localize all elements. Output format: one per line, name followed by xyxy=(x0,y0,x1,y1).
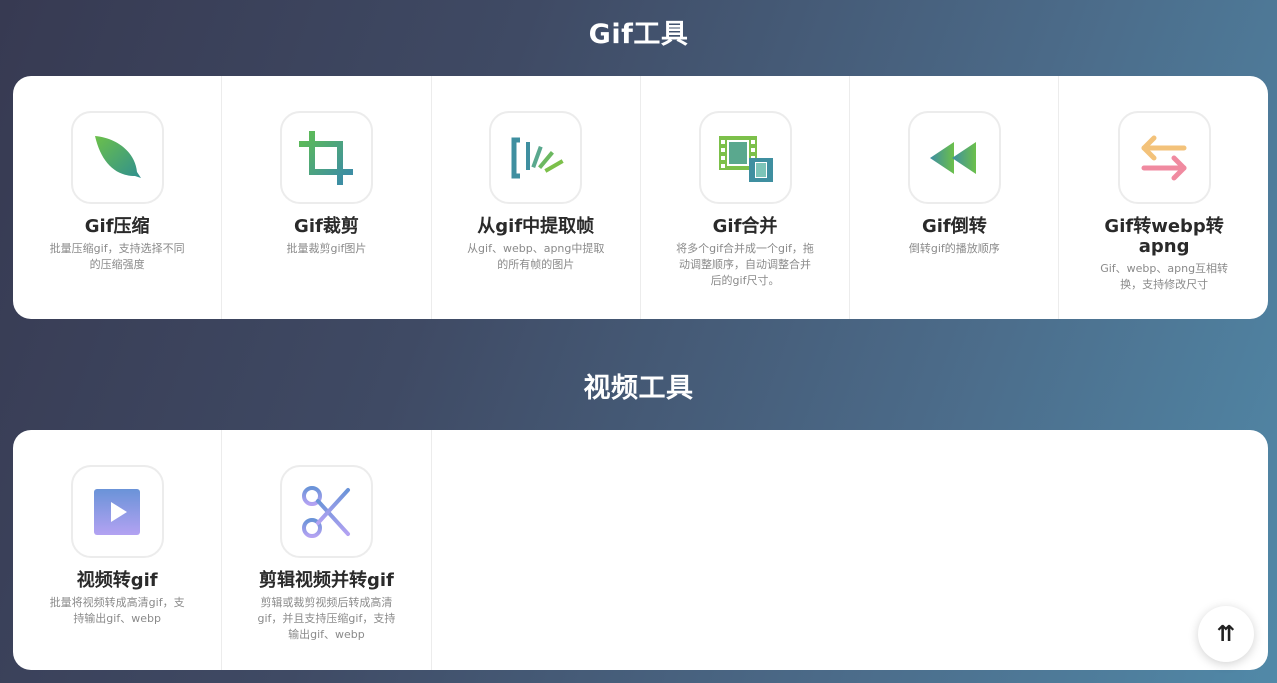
tool-name: Gif转webp转apng xyxy=(1104,216,1224,257)
tool-edit-video-to-gif[interactable]: 剪辑视频并转gif 剪辑或裁剪视频后转成高清gif，并且支持压缩gif，支持输出… xyxy=(222,430,432,670)
tool-desc: 批量将视频转成高清gif，支持输出gif、webp xyxy=(49,596,185,625)
gif-tools-card: Gif压缩 批量压缩gif，支持选择不同的压缩强度 Gif裁剪 批量裁剪gif图… xyxy=(13,76,1268,319)
tool-extract-frames[interactable]: 从gif中提取帧 从gif、webp、apng中提取的所有帧的图片 xyxy=(432,76,641,319)
tool-name: Gif裁剪 xyxy=(294,216,359,237)
tool-gif-reverse[interactable]: Gif倒转 倒转gif的播放顺序 xyxy=(850,76,1060,319)
tool-desc: 批量裁剪gif图片 xyxy=(286,242,367,255)
crop-icon xyxy=(279,111,373,204)
tool-name: Gif合并 xyxy=(712,216,778,237)
rewind-icon xyxy=(907,111,1001,204)
frames-extract-icon xyxy=(489,111,583,204)
tool-video-to-gif[interactable]: 视频转gif 批量将视频转成高清gif，支持输出gif、webp xyxy=(13,430,223,670)
tool-desc: Gif、webp、apng互相转换，支持修改尺寸 xyxy=(1100,262,1229,291)
tool-desc: 剪辑或裁剪视频后转成高清gif，并且支持压缩gif，支持输出gif、webp xyxy=(257,596,396,641)
tool-name: Gif倒转 xyxy=(921,216,987,237)
back-to-top-button[interactable]: ⇈ xyxy=(1198,606,1254,662)
gif-tools-section-title: Gif工具 xyxy=(588,19,689,50)
scissors-icon xyxy=(279,465,373,558)
tool-name: 剪辑视频并转gif xyxy=(259,570,394,591)
video-tools-section-title: 视频工具 xyxy=(583,373,694,404)
tool-name: 视频转gif xyxy=(76,570,158,591)
tool-desc: 从gif、webp、apng中提取的所有帧的图片 xyxy=(467,242,605,271)
back-to-top-icon: ⇈ xyxy=(1216,621,1236,647)
tool-gif-compress[interactable]: Gif压缩 批量压缩gif，支持选择不同的压缩强度 xyxy=(13,76,223,319)
video-tools-card: 视频转gif 批量将视频转成高清gif，支持输出gif、webp 剪辑视频并转g… xyxy=(13,430,1268,670)
tool-name: 从gif中提取帧 xyxy=(477,216,595,237)
leaf-icon xyxy=(70,111,164,204)
tool-gif-merge[interactable]: Gif合并 将多个gif合并成一个gif，拖动调整顺序，自动调整合并后的gif尺… xyxy=(641,76,851,319)
tool-desc: 批量压缩gif，支持选择不同的压缩强度 xyxy=(49,242,185,271)
tool-desc: 倒转gif的播放顺序 xyxy=(908,242,1000,255)
tool-name: Gif压缩 xyxy=(84,216,150,237)
tool-desc: 将多个gif合并成一个gif，拖动调整顺序，自动调整合并后的gif尺寸。 xyxy=(676,242,814,287)
video-play-icon xyxy=(70,465,164,558)
swap-arrows-icon xyxy=(1117,111,1211,204)
tool-gif-crop[interactable]: Gif裁剪 批量裁剪gif图片 xyxy=(222,76,432,319)
tool-gif-webp-apng[interactable]: Gif转webp转apng Gif、webp、apng互相转换，支持修改尺寸 xyxy=(1059,76,1268,319)
film-merge-icon xyxy=(698,111,792,204)
